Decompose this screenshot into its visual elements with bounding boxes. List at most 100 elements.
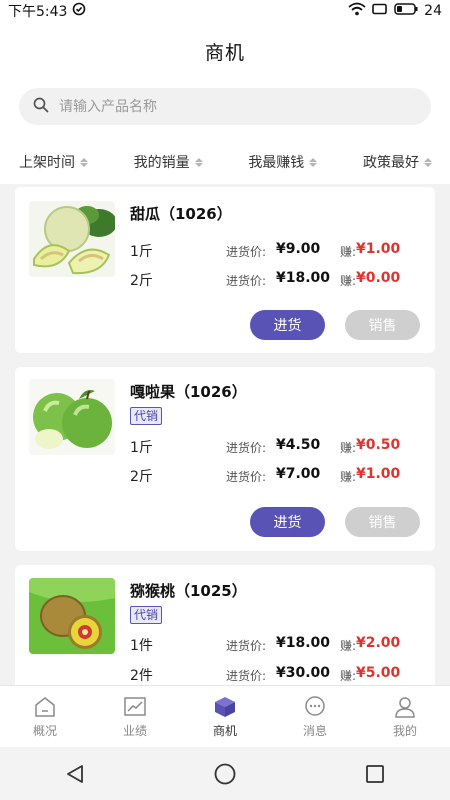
tab-messages[interactable]: 消息 [270,686,360,747]
sort-arrows-icon [423,157,432,167]
product-name: 嘎啦果（1026） [130,383,247,401]
tab-label: 概况 [32,724,57,738]
purchase-price-label: 进货价: [226,470,267,484]
purchase-price-label: 进货价: [226,639,267,653]
sort-best-policy[interactable]: 政策最好 [363,152,432,172]
status-time: 下午5:43 [8,4,68,20]
back-button[interactable] [55,754,95,794]
home-button[interactable] [205,754,245,794]
page-header: 商机 [0,22,450,80]
tab-performance[interactable]: 业绩 [90,686,180,747]
earn-value: ¥1.00 [356,466,401,482]
home-circle-icon [214,763,236,784]
price-row: 1斤 进货价: ¥9.00 赚: ¥1.00 [130,241,430,261]
earn-value: ¥0.50 [356,437,401,453]
cube-icon [212,694,238,720]
sort-arrows-icon [80,157,88,167]
status-bar: 下午5:43 24 [0,0,450,22]
sort-arrows-icon [309,157,318,167]
system-nav-bar [0,747,450,800]
screen-icon [372,3,388,19]
sort-label: 上架时间 [19,155,75,171]
purchase-price-label: 进货价: [226,245,267,259]
buy-button[interactable]: 进货 [250,507,325,537]
price-row: 2斤 进货价: ¥7.00 赚: ¥1.00 [130,466,430,486]
sell-button[interactable]: 销售 [345,507,420,537]
tab-label: 我的 [392,724,417,738]
bottom-tab-bar: 概况 业绩 商机 消息 我的 [0,685,450,747]
recents-square-icon [366,764,384,783]
message-icon [302,694,328,720]
search-icon [33,97,49,117]
earn-label: 赚: [340,245,357,259]
price-row: 2斤 进货价: ¥18.00 赚: ¥0.00 [130,270,430,290]
consignment-tag: 代销 [130,407,163,425]
purchase-price-label: 进货价: [226,669,267,683]
earn-label: 赚: [340,274,357,288]
product-list[interactable]: 甜瓜（1026） 1斤 进货价: ¥9.00 赚: ¥1.00 2斤 进货价: … [0,184,450,685]
chart-icon [122,694,148,720]
sort-most-profit[interactable]: 我最赚钱 [248,152,318,172]
user-icon [392,694,418,720]
price-row: 2件 进货价: ¥30.00 赚: ¥5.00 [130,665,430,685]
price-row: 1件 进货价: ¥18.00 赚: ¥2.00 [130,635,430,655]
earn-value: ¥1.00 [356,241,401,257]
earn-label: 赚: [340,441,357,455]
green-apple-image [29,379,115,455]
unit-label: 2斤 [130,469,153,485]
earn-label: 赚: [340,639,357,653]
earn-label: 赚: [340,470,357,484]
price-row: 1斤 进货价: ¥4.50 赚: ¥0.50 [130,437,430,457]
sort-listing-time[interactable]: 上架时间 [19,152,88,172]
tab-overview[interactable]: 概况 [0,686,90,747]
wifi-icon [348,2,366,20]
sort-arrows-icon [194,157,203,167]
sort-label: 政策最好 [362,155,419,171]
unit-label: 1件 [130,638,153,654]
kiwi-image [29,578,115,654]
page-title: 商机 [204,41,245,64]
tab-label: 商机 [212,724,237,738]
recents-button[interactable] [355,754,395,794]
product-card[interactable]: 猕猴桃（1025） 代销 1件 进货价: ¥18.00 赚: ¥2.00 2件 … [15,565,435,685]
sort-label: 我的销量 [133,155,190,171]
tab-label: 消息 [302,724,327,738]
product-name: 甜瓜（1026） [130,205,232,223]
sort-my-sales[interactable]: 我的销量 [134,152,203,172]
buy-button[interactable]: 进货 [250,310,325,340]
product-card[interactable]: 嘎啦果（1026） 代销 1斤 进货价: ¥4.50 赚: ¥0.50 2斤 进… [15,367,435,551]
product-card[interactable]: 甜瓜（1026） 1斤 进货价: ¥9.00 赚: ¥1.00 2斤 进货价: … [15,187,435,353]
earn-value: ¥2.00 [356,635,401,651]
tab-mine[interactable]: 我的 [360,686,450,747]
sort-label: 我最赚钱 [248,155,305,171]
unit-label: 2件 [130,668,153,684]
product-name: 猕猴桃（1025） [130,582,247,600]
purchase-price: ¥9.00 [276,241,321,257]
search-input[interactable] [59,98,399,115]
earn-value: ¥0.00 [356,270,401,286]
back-triangle-icon [67,764,83,783]
unit-label: 2斤 [130,273,153,289]
consignment-tag: 代销 [130,606,163,624]
sell-button[interactable]: 销售 [345,310,420,340]
sort-bar: 上架时间 我的销量 我最赚钱 政策最好 [0,140,450,184]
earn-label: 赚: [340,669,357,683]
check-circle-icon [72,2,86,20]
purchase-price-label: 进货价: [226,274,267,288]
search-section [0,80,450,140]
search-box[interactable] [19,88,431,125]
melon-image [29,201,115,277]
battery-level: 24 [424,3,442,19]
purchase-price: ¥30.00 [276,665,331,681]
tab-label: 业绩 [122,724,147,738]
tab-opportunity[interactable]: 商机 [180,686,270,747]
purchase-price: ¥18.00 [276,635,331,651]
unit-label: 1斤 [130,440,153,456]
home-icon [32,694,58,720]
purchase-price-label: 进货价: [226,441,267,455]
battery-icon [394,3,418,19]
purchase-price: ¥4.50 [276,437,321,453]
purchase-price: ¥7.00 [276,466,321,482]
purchase-price: ¥18.00 [276,270,331,286]
earn-value: ¥5.00 [356,665,401,681]
